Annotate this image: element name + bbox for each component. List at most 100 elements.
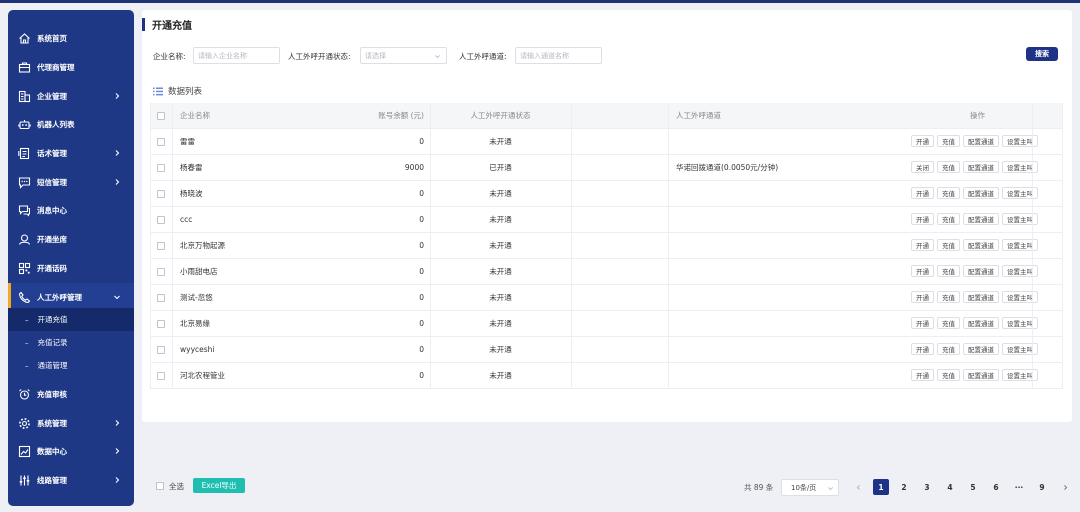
sidebar-subitem-1[interactable]: – 充值记录 — [8, 331, 134, 354]
recharge-button[interactable]: 充值 — [937, 239, 960, 251]
column-divider — [1032, 285, 1033, 310]
row-checkbox-cell — [157, 311, 165, 336]
toggle-open-button[interactable]: 开通 — [911, 317, 934, 329]
toggle-open-button[interactable]: 关闭 — [911, 161, 934, 173]
sidebar-item-after-3[interactable]: 线路管理 — [8, 466, 134, 494]
row-actions: 开通 充值 配置通道 设置主叫 — [911, 343, 1038, 355]
next-page-button[interactable] — [1057, 479, 1073, 495]
recharge-button[interactable]: 充值 — [937, 187, 960, 199]
page-button[interactable]: ··· — [1011, 479, 1027, 495]
sidebar-item-label: 企业管理 — [37, 91, 67, 101]
sidebar-item-5[interactable]: 短信管理 — [8, 168, 134, 196]
sidebar-item-6[interactable]: 消息中心 — [8, 196, 134, 224]
sidebar-item-3[interactable]: 机器人列表 — [8, 110, 134, 138]
search-button[interactable]: 搜索 — [1026, 47, 1058, 61]
row-checkbox[interactable] — [157, 371, 165, 380]
chevron-right-icon — [115, 448, 120, 454]
home-icon — [17, 31, 31, 45]
sidebar-item-label: 数据中心 — [37, 446, 67, 456]
toggle-open-button[interactable]: 开通 — [911, 369, 934, 381]
sidebar-subitem-2[interactable]: – 通道管理 — [8, 354, 134, 377]
sidebar-item-7[interactable]: 开通坐席 — [8, 225, 134, 253]
row-actions: 开通 充值 配置通道 设置主叫 — [911, 291, 1038, 303]
recharge-button[interactable]: 充值 — [937, 213, 960, 225]
chevron-left-icon — [856, 484, 860, 490]
page-button[interactable]: 6 — [988, 479, 1004, 495]
row-checkbox[interactable] — [157, 163, 165, 172]
page-button[interactable]: 4 — [942, 479, 958, 495]
sms-icon — [17, 175, 31, 189]
recharge-button[interactable]: 充值 — [937, 161, 960, 173]
toggle-open-button[interactable]: 开通 — [911, 291, 934, 303]
sidebar-item-after-2[interactable]: 数据中心 — [8, 437, 134, 465]
column-divider — [668, 285, 669, 310]
header-checkbox[interactable] — [157, 111, 165, 120]
config-channel-button[interactable]: 配置通道 — [963, 187, 999, 199]
sidebar-item-label: 充值审核 — [37, 389, 67, 399]
recharge-button[interactable]: 充值 — [937, 343, 960, 355]
recharge-button[interactable]: 充值 — [937, 135, 960, 147]
sidebar-item-0[interactable]: 系统首页 — [8, 24, 134, 52]
company-filter-label: 企业名称: — [153, 52, 186, 61]
balance-cell: 0 — [419, 293, 424, 302]
row-checkbox[interactable] — [157, 241, 165, 250]
sidebar-item-1[interactable]: 代理商管理 — [8, 53, 134, 81]
toggle-open-button[interactable]: 开通 — [911, 187, 934, 199]
sidebar-item-2[interactable]: 企业管理 — [8, 82, 134, 110]
config-channel-button[interactable]: 配置通道 — [963, 265, 999, 277]
toggle-open-button[interactable]: 开通 — [911, 239, 934, 251]
config-channel-button[interactable]: 配置通道 — [963, 161, 999, 173]
row-checkbox[interactable] — [157, 293, 165, 302]
balance-cell: 0 — [419, 345, 424, 354]
page-button[interactable]: 2 — [896, 479, 912, 495]
page-button[interactable]: 9 — [1034, 479, 1050, 495]
row-checkbox[interactable] — [157, 319, 165, 328]
page-button[interactable]: 5 — [965, 479, 981, 495]
chevron-down-icon — [114, 295, 120, 300]
sidebar-item-4[interactable]: 话术管理 — [8, 139, 134, 167]
table-row: wyyceshi 0 未开通 开通 充值 配置通道 设置主叫 — [151, 337, 1062, 363]
table-row: 杨春雷 9000 已开通 华诺回拨通道(0.0050元/分钟) 关闭 充值 配置通道 设置主叫 — [151, 155, 1062, 181]
recharge-button[interactable]: 充值 — [937, 265, 960, 277]
status-select[interactable]: 请选择 — [360, 47, 447, 64]
page-button[interactable]: 1 — [873, 479, 889, 495]
column-divider — [172, 285, 173, 310]
toggle-open-button[interactable]: 开通 — [911, 265, 934, 277]
toggle-open-button[interactable]: 开通 — [911, 135, 934, 147]
row-checkbox[interactable] — [157, 345, 165, 354]
company-name-cell: ccc — [180, 215, 193, 224]
sidebar-subitem-0[interactable]: – 开通充值 — [8, 308, 134, 331]
chevron-down-icon — [828, 487, 833, 491]
row-checkbox[interactable] — [157, 137, 165, 146]
page-size-select[interactable]: 10条/页 — [781, 479, 839, 496]
status-cell: 未开通 — [489, 371, 512, 380]
column-divider — [172, 155, 173, 180]
toggle-open-button[interactable]: 开通 — [911, 343, 934, 355]
sidebar-item-8[interactable]: 开通话码 — [8, 254, 134, 282]
recharge-button[interactable]: 充值 — [937, 369, 960, 381]
config-channel-button[interactable]: 配置通道 — [963, 213, 999, 225]
select-all-checkbox[interactable] — [156, 482, 164, 490]
row-checkbox[interactable] — [157, 215, 165, 224]
channel-search-input[interactable] — [515, 47, 602, 64]
config-channel-button[interactable]: 配置通道 — [963, 343, 999, 355]
excel-export-button[interactable]: Excel导出 — [193, 478, 245, 493]
config-channel-button[interactable]: 配置通道 — [963, 369, 999, 381]
sidebar-item-after-0[interactable]: 充值审核 — [8, 380, 134, 408]
recharge-button[interactable]: 充值 — [937, 317, 960, 329]
recharge-button[interactable]: 充值 — [937, 291, 960, 303]
toggle-open-button[interactable]: 开通 — [911, 213, 934, 225]
sidebar-item-after-1[interactable]: 系统管理 — [8, 409, 134, 437]
config-channel-button[interactable]: 配置通道 — [963, 317, 999, 329]
config-channel-button[interactable]: 配置通道 — [963, 135, 999, 147]
page-button[interactable]: 3 — [919, 479, 935, 495]
sidebar-item-9[interactable]: 人工外呼管理 — [8, 283, 134, 311]
prev-page-button[interactable] — [850, 479, 866, 495]
row-checkbox[interactable] — [157, 189, 165, 198]
config-channel-button[interactable]: 配置通道 — [963, 291, 999, 303]
company-search-input[interactable] — [193, 47, 280, 64]
row-checkbox-cell — [157, 259, 165, 284]
list-heading: 数据列表 — [153, 85, 202, 97]
row-checkbox[interactable] — [157, 267, 165, 276]
config-channel-button[interactable]: 配置通道 — [963, 239, 999, 251]
